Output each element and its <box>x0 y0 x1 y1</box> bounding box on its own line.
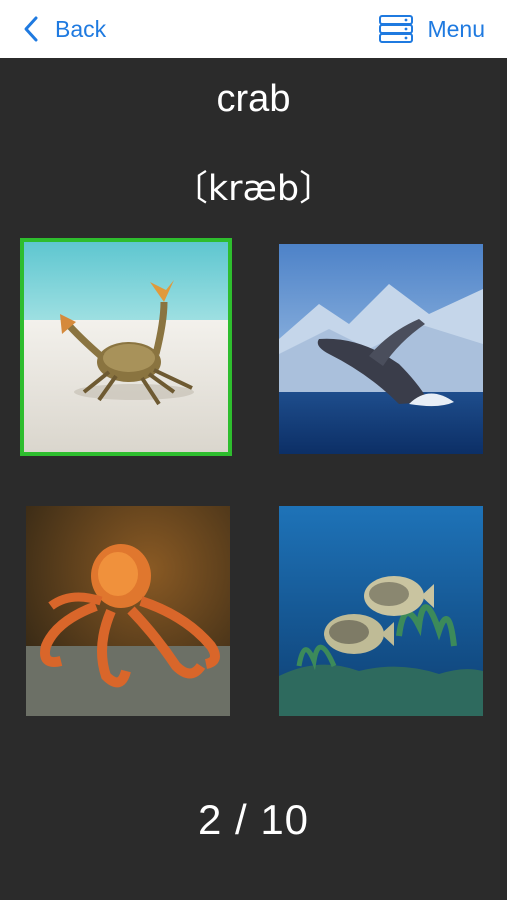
choice-octopus-image[interactable] <box>26 506 230 716</box>
menu-label: Menu <box>427 15 485 42</box>
octopus-photo <box>26 506 230 716</box>
choice-fish-image[interactable] <box>279 506 483 716</box>
chevron-left-icon <box>24 16 38 42</box>
menu-button[interactable]: Menu <box>378 12 485 46</box>
server-stack-icon <box>379 15 414 43</box>
choice-crab-image[interactable] <box>20 238 232 456</box>
navigation-bar: Back Menu <box>0 0 507 58</box>
fish-photo <box>279 506 483 716</box>
whale-photo <box>279 244 483 454</box>
progress-counter: 2 / 10 <box>197 796 310 843</box>
phonetic-transcription: 〔kræb〕 <box>172 169 335 209</box>
back-button[interactable]: Back <box>22 12 106 46</box>
quiz-card: crab 〔kræb〕 2 / 10 <box>0 58 507 900</box>
choice-whale-image[interactable] <box>279 244 483 454</box>
vocabulary-word: crab <box>216 78 291 120</box>
crab-photo <box>24 242 228 452</box>
back-label: Back <box>55 15 107 42</box>
